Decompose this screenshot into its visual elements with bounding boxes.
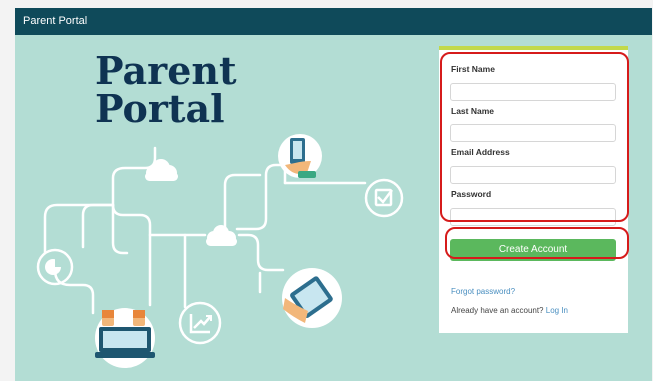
laptop-hands-icon xyxy=(95,308,155,368)
create-account-highlight xyxy=(445,227,629,259)
cloud-icon xyxy=(145,159,178,181)
header-bar: Parent Portal xyxy=(15,8,652,35)
phone-hand-icon xyxy=(278,134,322,178)
header-title: Parent Portal xyxy=(23,15,88,27)
already-have-account: Already have an account? Log In xyxy=(451,306,568,315)
login-link[interactable]: Log In xyxy=(546,306,568,315)
already-text: Already have an account? xyxy=(451,306,544,315)
portal-page: Parent Portal Parent Portal First Name L… xyxy=(15,8,652,381)
forgot-password-link[interactable]: Forgot password? xyxy=(451,287,515,296)
cloud-icon xyxy=(206,225,237,246)
growth-chart-icon xyxy=(178,301,222,345)
checkbox-icon xyxy=(364,178,404,218)
pie-chart-icon xyxy=(36,248,74,286)
network-illustration xyxy=(36,134,404,368)
form-fields-highlight xyxy=(440,52,629,222)
tablet-hand-icon xyxy=(282,268,342,328)
